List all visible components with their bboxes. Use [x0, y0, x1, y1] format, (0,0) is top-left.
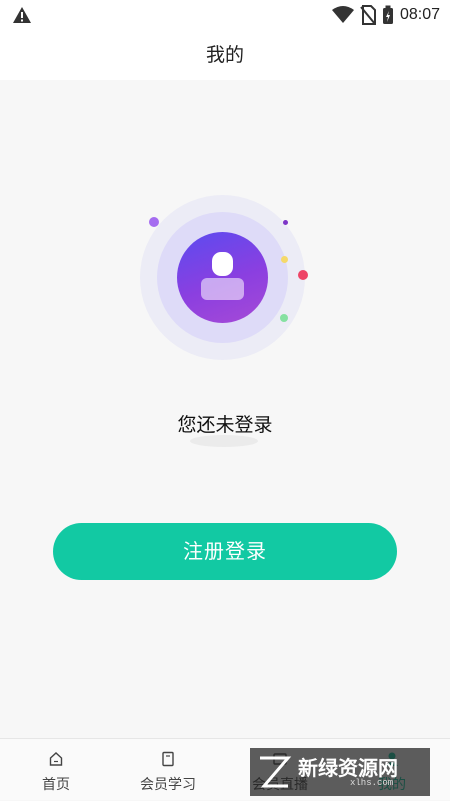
decor-dot-yellow	[281, 256, 288, 263]
warning-icon	[13, 7, 31, 23]
tab-member-study[interactable]: 会员学习	[112, 739, 224, 801]
watermark-overlay: 新绿资源网 xlhs.com	[250, 748, 430, 796]
tab-member-study-label: 会员学习	[140, 777, 196, 793]
tab-home[interactable]: 首页	[0, 739, 112, 801]
profile-content: 您还未登录 注册登录	[0, 80, 450, 738]
decor-dot-green	[280, 314, 288, 322]
decor-dot-purple	[149, 217, 159, 227]
home-icon	[49, 752, 63, 766]
no-sim-icon	[360, 5, 376, 25]
watermark-text: 新绿资源网	[298, 756, 398, 780]
book-icon	[162, 751, 174, 767]
avatar-illustration	[130, 185, 320, 447]
watermark-logo-icon	[260, 756, 292, 788]
decor-dot-red	[298, 270, 308, 280]
page-title: 我的	[0, 30, 450, 80]
battery-charging-icon	[382, 5, 393, 24]
wifi-icon	[331, 6, 354, 23]
register-login-button[interactable]: 注册登录	[53, 523, 397, 580]
user-avatar-icon[interactable]	[177, 232, 268, 323]
not-logged-in-text: 您还未登录	[177, 414, 273, 436]
watermark-subtext: xlhs.com	[350, 778, 394, 788]
status-time: 08:07	[399, 6, 440, 23]
avatar-head	[212, 252, 233, 276]
status-bar: 08:07	[0, 0, 450, 30]
avatar-body	[201, 278, 244, 300]
tab-home-label: 首页	[42, 777, 70, 793]
decor-dot-violet-small	[283, 220, 288, 225]
